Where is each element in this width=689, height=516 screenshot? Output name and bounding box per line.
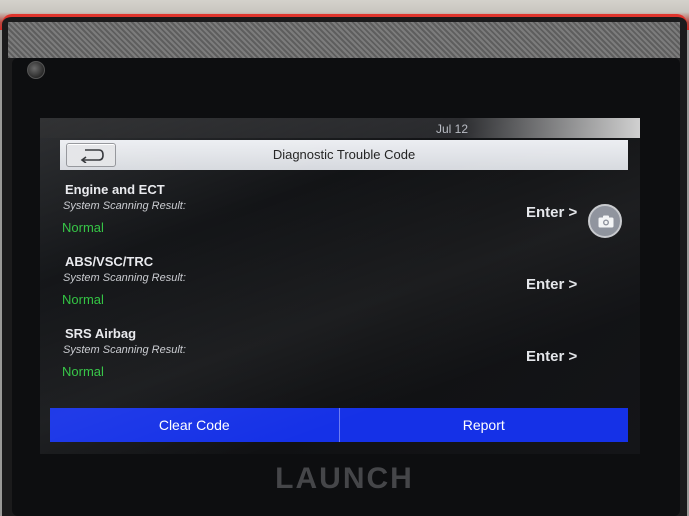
enter-button[interactable]: Enter >	[526, 204, 577, 221]
system-name: ABS/VSC/TRC	[65, 254, 154, 269]
system-row-engine: Engine and ECT System Scanning Result: N…	[60, 182, 640, 252]
enter-button[interactable]: Enter >	[526, 348, 577, 365]
system-name: Engine and ECT	[65, 182, 165, 197]
screen: Jul 12 Diagnostic Trouble Code Engine an…	[40, 118, 640, 454]
report-button[interactable]: Report	[340, 408, 629, 442]
enter-button[interactable]: Enter >	[526, 276, 577, 293]
system-status: Normal	[62, 220, 104, 235]
system-row-abs: ABS/VSC/TRC System Scanning Result: Norm…	[60, 254, 640, 324]
bottom-action-bar: Clear Code Report	[50, 408, 628, 442]
system-status: Normal	[62, 292, 104, 307]
system-caption: System Scanning Result:	[63, 344, 186, 356]
system-caption: System Scanning Result:	[63, 272, 186, 284]
system-caption: System Scanning Result:	[63, 200, 186, 212]
status-time: Jul 12	[436, 122, 469, 136]
system-row-srs: SRS Airbag System Scanning Result: Norma…	[60, 326, 640, 396]
page-title: Diagnostic Trouble Code	[272, 147, 416, 162]
screenshot-button[interactable]	[588, 204, 622, 238]
system-status: Normal	[62, 364, 104, 379]
device-brand-logo: LAUNCH	[275, 462, 414, 495]
device-grip-texture	[8, 22, 680, 58]
camera-icon	[598, 215, 614, 228]
front-camera-icon	[27, 61, 45, 79]
clear-code-button[interactable]: Clear Code	[50, 408, 340, 442]
status-bar: Jul 12	[40, 118, 640, 138]
title-bar: Diagnostic Trouble Code	[60, 140, 628, 170]
system-name: SRS Airbag	[65, 326, 137, 341]
